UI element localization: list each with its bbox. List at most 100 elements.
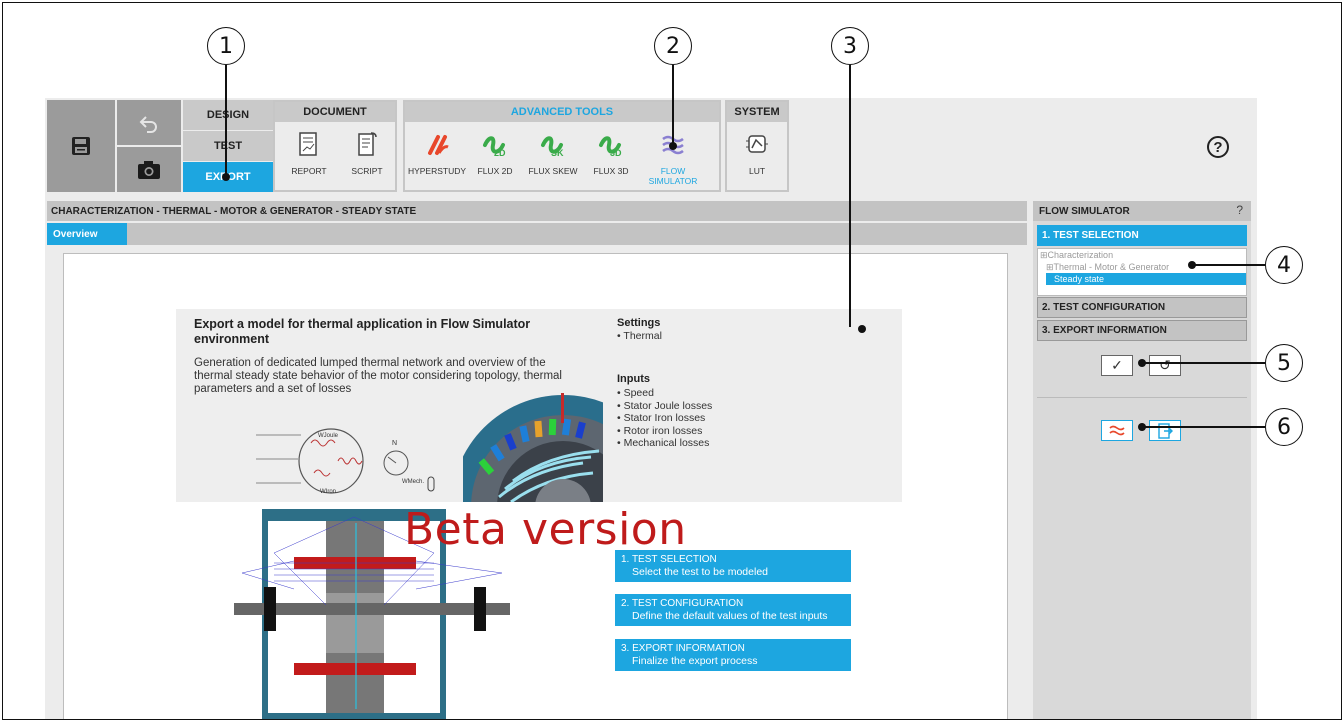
callout-1: 1: [207, 27, 245, 65]
step-card-export-information: 3. EXPORT INFORMATION Finalize the expor…: [615, 639, 851, 671]
flux2d-label: FLUX 2D: [477, 166, 513, 176]
mode-test-button[interactable]: TEST: [183, 131, 273, 161]
mode-design-button[interactable]: DESIGN: [183, 100, 273, 130]
step-card-test-selection: 1. TEST SELECTION Select the test to be …: [615, 550, 851, 582]
leader-5-dot: [1138, 359, 1146, 367]
undo-icon: [139, 115, 157, 133]
panel-title: FLOW SIMULATOR ?: [1033, 201, 1251, 221]
section-test-selection[interactable]: 1. TEST SELECTION: [1037, 225, 1247, 246]
open-flow-simulator-button[interactable]: [1101, 420, 1133, 441]
flux2d-tool[interactable]: 2D FLUX 2D: [465, 130, 525, 176]
report-tool[interactable]: REPORT: [279, 130, 339, 176]
step-subtitle: Select the test to be modeled: [632, 566, 769, 578]
export-button[interactable]: [1149, 420, 1181, 441]
script-icon: [358, 132, 377, 156]
panel-help-icon[interactable]: ?: [1236, 203, 1243, 217]
document-group: DOCUMENT REPORT SCRIPT: [273, 100, 397, 192]
leader-3: [849, 65, 851, 327]
figure-frame: 1 2 3 4 5 6 DESIGN TEST EXPORT: [2, 2, 1342, 720]
application-window: DESIGN TEST EXPORT DOCUMENT REPORT SCRIP…: [45, 98, 1257, 719]
lut-label: LUT: [748, 166, 766, 176]
settings-list: Thermal: [617, 330, 662, 343]
section-test-configuration[interactable]: 2. TEST CONFIGURATION: [1037, 297, 1247, 318]
floppy-icon: [72, 137, 90, 155]
flow-simulator-label: FLOW SIMULATOR: [648, 166, 698, 186]
tab-overview[interactable]: Overview: [47, 223, 127, 245]
leader-1: [225, 65, 227, 177]
callout-5: 5: [1265, 344, 1303, 382]
save-button[interactable]: [47, 100, 115, 192]
input-item: Mechanical losses: [617, 437, 712, 450]
overview-canvas: Export a model for thermal application i…: [63, 253, 1008, 719]
leader-1-dot: [222, 173, 230, 181]
leader-6-dot: [1138, 423, 1146, 431]
overview-title: Export a model for thermal application i…: [194, 317, 531, 346]
leader-4-dot: [1188, 261, 1196, 269]
callout-3: 3: [831, 27, 869, 65]
step-title: 3. EXPORT INFORMATION: [621, 643, 745, 654]
leader-6: [1143, 426, 1265, 428]
losses-diagram: N WJoule WMech. WIron: [256, 428, 435, 495]
flux-3d-icon: 3D: [599, 136, 622, 158]
help-button[interactable]: ?: [1207, 136, 1229, 158]
motor-cross-section-image: [463, 389, 603, 502]
toolbar: DESIGN TEST EXPORT DOCUMENT REPORT SCRIP…: [45, 98, 1257, 198]
input-item: Stator Joule losses: [617, 400, 713, 413]
flux-skew-icon: SK: [541, 136, 564, 158]
callout-2: 2: [654, 27, 692, 65]
tree-node-thermal[interactable]: ⊞Thermal - Motor & Generator: [1038, 261, 1246, 273]
flow-simulator-panel: FLOW SIMULATOR ? 1. TEST SELECTION ⊞Char…: [1033, 201, 1251, 719]
undo-button[interactable]: [117, 100, 181, 145]
overview-card: Export a model for thermal application i…: [176, 309, 902, 502]
input-item: Rotor iron losses: [617, 425, 712, 438]
diagram-mech-label: WMech.: [402, 479, 424, 485]
step-subtitle: Define the default values of the test in…: [632, 610, 828, 622]
input-item: Stator Iron losses: [617, 412, 712, 425]
step-card-test-configuration: 2. TEST CONFIGURATION Define the default…: [615, 594, 851, 626]
inputs-list: Speed Stator Joule losses Stator Iron lo…: [617, 387, 713, 450]
diagram-joule-label: WJoule: [318, 433, 339, 439]
script-tool[interactable]: SCRIPT: [337, 130, 397, 176]
beta-version-watermark: Beta version: [404, 504, 687, 555]
tab-bar: Overview: [47, 223, 1027, 245]
report-label: REPORT: [291, 166, 327, 176]
report-icon: [299, 132, 317, 156]
panel-title-text: FLOW SIMULATOR: [1039, 205, 1130, 217]
hyperstudy-tool[interactable]: HYPERSTUDY: [407, 130, 467, 176]
inputs-heading: Inputs: [617, 373, 650, 385]
fluxskew-tool[interactable]: SK FLUX SKEW: [523, 130, 583, 176]
leader-4: [1193, 264, 1265, 266]
leader-2-dot: [669, 142, 677, 150]
diagram-n-label: N: [392, 440, 397, 447]
svg-text:2D: 2D: [494, 148, 506, 158]
script-label: SCRIPT: [351, 166, 383, 176]
flux-2d-icon: 2D: [483, 136, 506, 158]
diagram-iron-label: WIron: [320, 489, 336, 495]
reset-button[interactable]: ↺: [1149, 355, 1181, 376]
lut-tool[interactable]: LUT: [727, 130, 787, 176]
fluxskew-label: FLUX SKEW: [528, 166, 578, 176]
step-title: 1. TEST SELECTION: [621, 554, 717, 565]
camera-icon: [138, 160, 160, 179]
tree-node-characterization[interactable]: ⊞Characterization: [1038, 249, 1246, 261]
main-header: CHARACTERIZATION - THERMAL - MOTOR & GEN…: [47, 201, 1027, 221]
validate-button[interactable]: ✓: [1101, 355, 1133, 376]
callout-4: 4: [1265, 246, 1303, 284]
system-group: SYSTEM LUT: [725, 100, 789, 192]
input-item: Speed: [617, 387, 712, 400]
flux3d-label: FLUX 3D: [593, 166, 629, 176]
flux3d-tool[interactable]: 3D FLUX 3D: [581, 130, 641, 176]
camera-button[interactable]: [117, 147, 181, 192]
export-icon: [1158, 422, 1173, 439]
document-group-title: DOCUMENT: [275, 102, 395, 122]
callout-6: 6: [1265, 408, 1303, 446]
lut-icon: [746, 135, 768, 153]
panel-divider: [1037, 397, 1247, 398]
system-group-title: SYSTEM: [727, 102, 787, 122]
step-subtitle: Finalize the export process: [632, 655, 758, 667]
step-title: 2. TEST CONFIGURATION: [621, 598, 744, 609]
leader-3-dot: [858, 325, 866, 333]
tree-node-steady-state[interactable]: Steady state: [1046, 273, 1246, 285]
svg-text:3D: 3D: [610, 148, 622, 158]
section-export-information[interactable]: 3. EXPORT INFORMATION: [1037, 320, 1247, 341]
